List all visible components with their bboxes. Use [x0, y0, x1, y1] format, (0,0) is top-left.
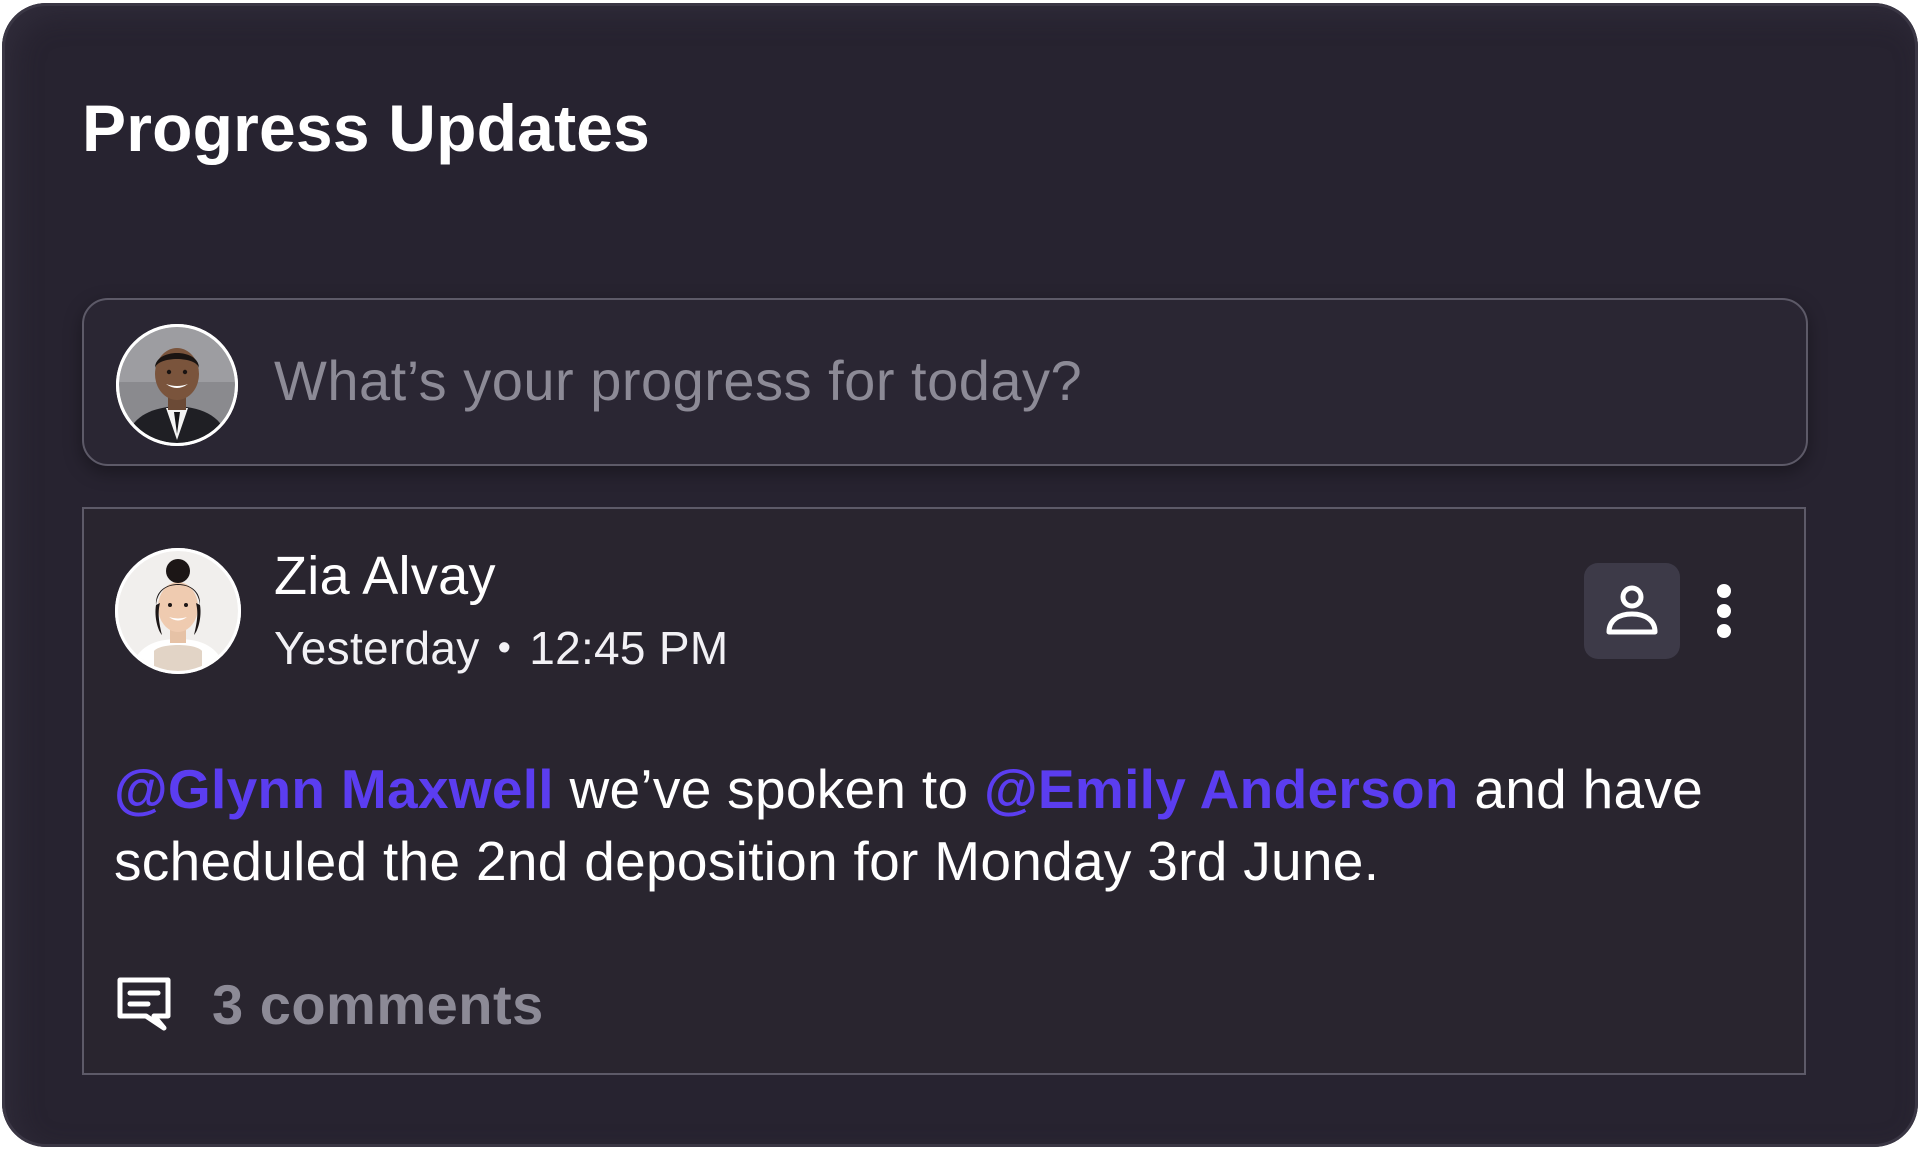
- author-avatar: [115, 548, 241, 674]
- current-user-avatar: [116, 324, 238, 446]
- mention-emily-anderson[interactable]: @Emily Anderson: [984, 758, 1459, 820]
- post-day: Yesterday: [274, 622, 480, 674]
- post-text-part-1: we’ve spoken to: [553, 758, 984, 820]
- more-options-button[interactable]: [1706, 569, 1742, 653]
- progress-updates-card: Progress Updates What’s your progress fo…: [2, 3, 1918, 1147]
- person-icon: [1606, 585, 1658, 635]
- meta-separator: •: [497, 627, 512, 669]
- assign-user-button[interactable]: [1584, 563, 1680, 659]
- comment-icon: [117, 977, 171, 1031]
- progress-update-post: Zia Alvay Yesterday • 12:45 PM @Glynn Maxw…: [82, 507, 1806, 1075]
- post-time: 12:45 PM: [529, 622, 729, 674]
- progress-composer[interactable]: [82, 298, 1808, 466]
- more-vertical-icon: [1717, 584, 1731, 638]
- mention-glynn-maxwell[interactable]: @Glynn Maxwell: [114, 758, 554, 820]
- comments-link[interactable]: 3 comments: [114, 969, 544, 1039]
- progress-input[interactable]: [274, 340, 1754, 420]
- comments-count: 3 comments: [212, 972, 544, 1036]
- author-name: Zia Alvay: [274, 546, 496, 606]
- widget-title: Progress Updates: [82, 91, 651, 165]
- post-timestamp: Yesterday • 12:45 PM: [274, 625, 729, 671]
- post-message: @Glynn Maxwell we’ve spoken to @Emily An…: [114, 753, 1794, 897]
